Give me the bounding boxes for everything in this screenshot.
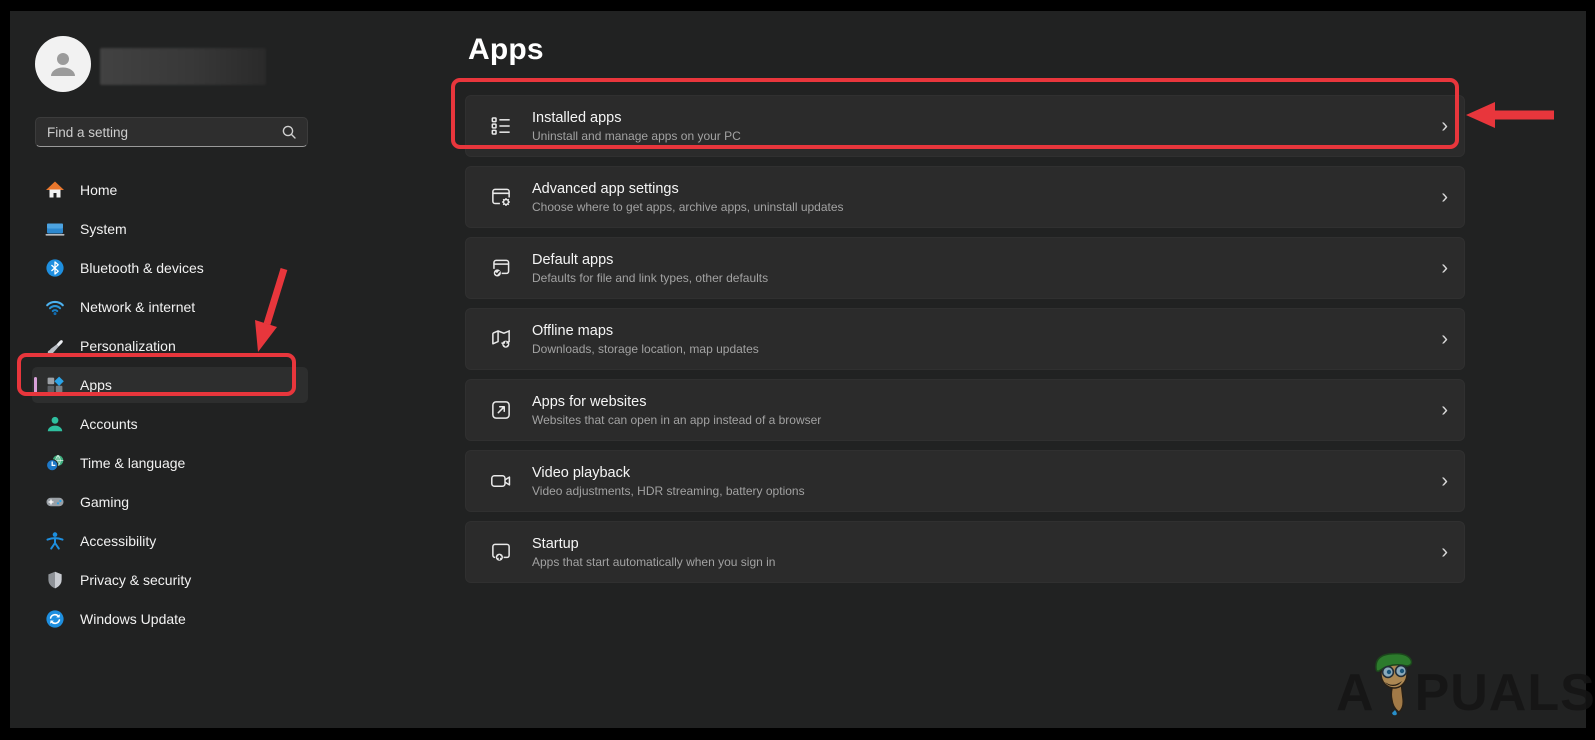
default-apps-icon	[488, 255, 514, 281]
chevron-right-icon: ›	[1441, 329, 1448, 349]
chevron-right-icon: ›	[1441, 187, 1448, 207]
appuals-watermark: A PUALS	[1336, 652, 1595, 718]
time-language-icon	[45, 453, 65, 473]
accounts-icon	[45, 414, 65, 434]
row-subtitle: Video adjustments, HDR streaming, batter…	[532, 484, 805, 498]
row-title: Advanced app settings	[532, 181, 844, 197]
row-subtitle: Defaults for file and link types, other …	[532, 271, 768, 285]
sidebar-item-home[interactable]: Home	[32, 172, 308, 208]
selected-accent-pill	[34, 377, 37, 393]
row-title: Apps for websites	[532, 394, 821, 410]
personalization-icon	[45, 336, 65, 356]
row-subtitle: Apps that start automatically when you s…	[532, 555, 775, 569]
sidebar-item-label: Bluetooth & devices	[80, 260, 204, 276]
sidebar-nav: Home System Bluetooth & devices	[32, 172, 308, 640]
startup-icon	[488, 539, 514, 565]
sidebar-item-time-language[interactable]: Time & language	[32, 445, 308, 481]
sidebar-item-accessibility[interactable]: Accessibility	[32, 523, 308, 559]
chevron-right-icon: ›	[1441, 471, 1448, 491]
sidebar-item-personalization[interactable]: Personalization	[32, 328, 308, 364]
network-icon	[45, 297, 65, 317]
privacy-security-icon	[45, 570, 65, 590]
avatar[interactable]	[35, 36, 91, 92]
sidebar-item-windows-update[interactable]: Windows Update	[32, 601, 308, 637]
search-input[interactable]	[36, 125, 281, 140]
sidebar-item-label: Time & language	[80, 455, 185, 471]
row-title: Startup	[532, 536, 775, 552]
sidebar-item-label: Gaming	[80, 494, 129, 510]
sidebar-item-bluetooth-devices[interactable]: Bluetooth & devices	[32, 250, 308, 286]
sidebar-item-label: Home	[80, 182, 117, 198]
sidebar-item-label: Windows Update	[80, 611, 186, 627]
row-default-apps[interactable]: Default apps Defaults for file and link …	[465, 237, 1465, 299]
advanced-app-settings-icon	[488, 184, 514, 210]
sidebar-item-label: Accessibility	[80, 533, 156, 549]
page-title: Apps	[468, 33, 544, 67]
watermark-text-right: PUALS	[1415, 670, 1595, 718]
sidebar-item-network-internet[interactable]: Network & internet	[32, 289, 308, 325]
search-icon	[281, 124, 297, 140]
appuals-mascot-icon	[1371, 652, 1417, 716]
row-startup[interactable]: Startup Apps that start automatically wh…	[465, 521, 1465, 583]
row-title: Video playback	[532, 465, 805, 481]
chevron-right-icon: ›	[1441, 116, 1448, 136]
row-subtitle: Downloads, storage location, map updates	[532, 342, 759, 356]
offline-maps-icon	[488, 326, 514, 352]
sidebar-item-label: Personalization	[80, 338, 176, 354]
accessibility-icon	[45, 531, 65, 551]
sidebar-item-label: Privacy & security	[80, 572, 191, 588]
installed-apps-icon	[488, 113, 514, 139]
apps-icon	[45, 375, 65, 395]
settings-rows: Installed apps Uninstall and manage apps…	[465, 95, 1465, 592]
home-icon	[45, 180, 65, 200]
row-advanced-app-settings[interactable]: Advanced app settings Choose where to ge…	[465, 166, 1465, 228]
bluetooth-icon	[45, 258, 65, 278]
row-offline-maps[interactable]: Offline maps Downloads, storage location…	[465, 308, 1465, 370]
person-icon	[46, 47, 80, 81]
sidebar-item-apps[interactable]: Apps	[32, 367, 308, 403]
sidebar-item-label: System	[80, 221, 127, 237]
row-subtitle: Choose where to get apps, archive apps, …	[532, 200, 844, 214]
sidebar-item-privacy-security[interactable]: Privacy & security	[32, 562, 308, 598]
video-playback-icon	[488, 468, 514, 494]
row-apps-for-websites[interactable]: Apps for websites Websites that can open…	[465, 379, 1465, 441]
watermark-text-left: A	[1336, 670, 1375, 718]
row-title: Offline maps	[532, 323, 759, 339]
apps-for-websites-icon	[488, 397, 514, 423]
row-subtitle: Websites that can open in an app instead…	[532, 413, 821, 427]
row-title: Installed apps	[532, 110, 741, 126]
row-title: Default apps	[532, 252, 768, 268]
sidebar-item-gaming[interactable]: Gaming	[32, 484, 308, 520]
settings-window: Home System Bluetooth & devices	[10, 11, 1586, 728]
search-box[interactable]	[35, 117, 308, 147]
system-icon	[45, 219, 65, 239]
sidebar-item-accounts[interactable]: Accounts	[32, 406, 308, 442]
user-name-blurred	[100, 48, 266, 85]
sidebar-item-label: Accounts	[80, 416, 138, 432]
chevron-right-icon: ›	[1441, 542, 1448, 562]
row-installed-apps[interactable]: Installed apps Uninstall and manage apps…	[465, 95, 1465, 157]
sidebar-item-label: Apps	[80, 377, 112, 393]
chevron-right-icon: ›	[1441, 400, 1448, 420]
sidebar-item-system[interactable]: System	[32, 211, 308, 247]
row-video-playback[interactable]: Video playback Video adjustments, HDR st…	[465, 450, 1465, 512]
sidebar-item-label: Network & internet	[80, 299, 195, 315]
gaming-icon	[45, 492, 65, 512]
windows-update-icon	[45, 609, 65, 629]
chevron-right-icon: ›	[1441, 258, 1448, 278]
row-subtitle: Uninstall and manage apps on your PC	[532, 129, 741, 143]
